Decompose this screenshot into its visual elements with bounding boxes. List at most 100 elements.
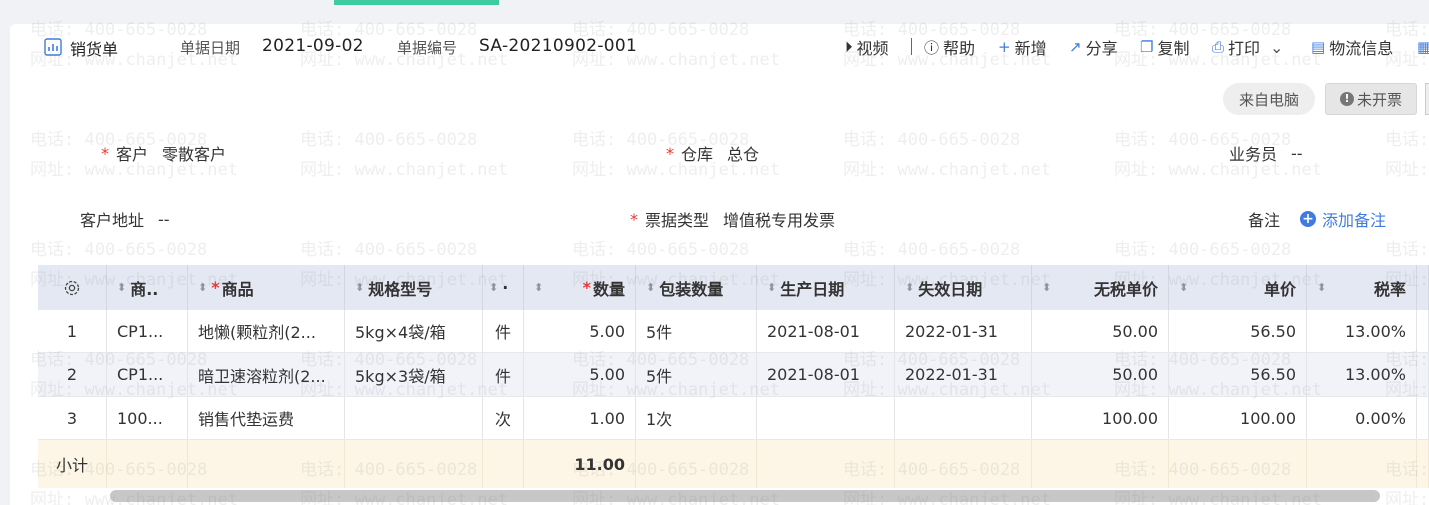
- table-row[interactable]: 1 CP1... 地懒(颗粒剂(2... 5kg×4袋/箱 件 5.00 5件 …: [38, 310, 1429, 353]
- sort-icon[interactable]: ⬍: [767, 281, 776, 294]
- customer-value[interactable]: 零散客户: [162, 141, 226, 165]
- address-value[interactable]: --: [158, 210, 170, 229]
- warehouse-value[interactable]: 总仓: [727, 141, 759, 165]
- column-header-net-price[interactable]: ⬍ 无税单价: [1032, 265, 1169, 310]
- subtotal-row: 小计 11.00: [38, 440, 1429, 488]
- subtotal-empty: [895, 440, 1032, 488]
- horizontal-scrollbar[interactable]: [110, 490, 1380, 502]
- subtotal-empty: [1307, 440, 1417, 488]
- note-label: 备注: [1248, 211, 1281, 230]
- cell-tax-rate[interactable]: 13.00%: [1307, 353, 1417, 396]
- header-label: 失效日期: [918, 279, 983, 299]
- header-label: 单价: [1263, 279, 1296, 299]
- address-field[interactable]: 客户地址 --: [80, 207, 170, 231]
- cell-mfg-date[interactable]: [757, 397, 895, 439]
- cell-exp-date[interactable]: [895, 397, 1032, 439]
- required-marker: *: [666, 143, 674, 163]
- cell-price[interactable]: 100.00: [1169, 397, 1307, 439]
- cell-product[interactable]: 销售代垫运费: [188, 397, 345, 439]
- add-note-label: 添加备注: [1322, 211, 1387, 230]
- column-header-pack-qty[interactable]: ⬍ 包装数量: [636, 265, 757, 310]
- cell-net-price[interactable]: 100.00: [1032, 397, 1169, 439]
- cell-product[interactable]: 暗卫速溶粒剂(2...: [188, 353, 345, 396]
- header-label: 规格型号: [368, 279, 433, 299]
- cell-spec[interactable]: 5kg×3袋/箱: [345, 353, 483, 396]
- sort-icon[interactable]: ⬍: [534, 281, 543, 294]
- document-header: 销货单 单据日期 2021-09-02 单据编号 SA-20210902-001: [0, 24, 1429, 68]
- subtotal-empty: [757, 440, 895, 488]
- column-header-mfg-date[interactable]: ⬍ 生产日期: [757, 265, 895, 310]
- sort-icon[interactable]: ⬍: [355, 281, 364, 294]
- salesman-field[interactable]: 业务员 --: [1229, 141, 1303, 165]
- salesman-value[interactable]: --: [1291, 144, 1303, 163]
- table-row[interactable]: 3 100... 销售代垫运费 次 1.00 1次 100.00 100.00 …: [38, 397, 1429, 440]
- cell-price[interactable]: 56.50: [1169, 353, 1307, 396]
- sort-icon[interactable]: ⬍: [646, 281, 655, 294]
- cell-unit[interactable]: 次: [483, 397, 524, 439]
- column-header-code[interactable]: ⬍ 商..: [107, 265, 188, 310]
- cell-pack-qty[interactable]: 5件: [636, 310, 757, 352]
- cell-tax-rate[interactable]: 13.00%: [1307, 310, 1417, 352]
- cell-quantity[interactable]: 1.00: [524, 397, 636, 439]
- cell-net-price[interactable]: 50.00: [1032, 353, 1169, 396]
- sort-icon[interactable]: ⬍: [117, 281, 126, 294]
- column-header-price[interactable]: ⬍ 单价: [1169, 265, 1307, 310]
- page-title: 销货单: [70, 40, 119, 59]
- invoice-status-label: 未开票: [1356, 90, 1402, 109]
- sort-icon[interactable]: ⬍: [1042, 281, 1051, 294]
- cell-quantity[interactable]: 5.00: [524, 353, 636, 396]
- table-header-row: ⬍ 商.. ⬍ * 商品 ⬍ 规格型号 ⬍ · ⬍ * 数量 ⬍ 包装数量 ⬍ 生产日期 ⬍ 失效日…: [38, 265, 1429, 310]
- column-header-unit[interactable]: ⬍ ·: [483, 265, 524, 310]
- add-note-button[interactable]: + 添加备注: [1300, 207, 1386, 231]
- cell-unit[interactable]: 件: [483, 353, 524, 396]
- column-header-tax-rate[interactable]: ⬍ 税率: [1307, 265, 1417, 310]
- header-label: 商..: [130, 279, 159, 299]
- column-header-quantity[interactable]: ⬍ * 数量: [524, 265, 636, 310]
- row-index: 3: [38, 397, 107, 439]
- cell-price[interactable]: 56.50: [1169, 310, 1307, 352]
- sort-icon[interactable]: ⬍: [1317, 281, 1326, 294]
- cell-tax-rate[interactable]: 0.00%: [1307, 397, 1417, 439]
- cell-mfg-date[interactable]: 2021-08-01: [757, 310, 895, 352]
- cell-code[interactable]: CP1...: [107, 353, 188, 396]
- cell-mfg-date[interactable]: 2021-08-01: [757, 353, 895, 396]
- column-header-overflow: [1417, 265, 1429, 310]
- salesman-label: 业务员: [1229, 145, 1278, 164]
- cell-exp-date[interactable]: 2022-01-31: [895, 310, 1032, 352]
- table-row[interactable]: 2 CP1... 暗卫速溶粒剂(2... 5kg×3袋/箱 件 5.00 5件 …: [38, 353, 1429, 397]
- cell-code[interactable]: CP1...: [107, 310, 188, 352]
- invoice-status-badge: ! 未开票: [1325, 83, 1417, 115]
- column-header-product[interactable]: ⬍ * 商品: [188, 265, 345, 310]
- column-settings-button[interactable]: [38, 265, 107, 310]
- cell-spec[interactable]: [345, 397, 483, 439]
- cell-product[interactable]: 地懒(颗粒剂(2...: [188, 310, 345, 352]
- cell-overflow: [1417, 397, 1429, 439]
- cell-overflow: [1417, 310, 1429, 352]
- customer-field[interactable]: * 客户 零散客户: [101, 141, 226, 165]
- invoice-type-value[interactable]: 增值税专用发票: [723, 207, 835, 231]
- warehouse-field[interactable]: * 仓库 总仓: [666, 141, 759, 165]
- sort-icon[interactable]: ⬍: [489, 281, 498, 294]
- column-header-exp-date[interactable]: ⬍ 失效日期: [895, 265, 1032, 310]
- source-badge: 来自电脑: [1223, 83, 1315, 115]
- invoice-type-label: 票据类型: [645, 211, 710, 230]
- sort-icon[interactable]: ⬍: [1179, 281, 1188, 294]
- subtotal-empty: [1169, 440, 1307, 488]
- cell-code[interactable]: 100...: [107, 397, 188, 439]
- cell-pack-qty[interactable]: 1次: [636, 397, 757, 439]
- cell-quantity[interactable]: 5.00: [524, 310, 636, 352]
- cell-exp-date[interactable]: 2022-01-31: [895, 353, 1032, 396]
- cell-unit[interactable]: 件: [483, 310, 524, 352]
- sort-icon[interactable]: ⬍: [905, 281, 914, 294]
- cell-pack-qty[interactable]: 5件: [636, 353, 757, 396]
- note-field: 备注 + 添加备注: [1248, 207, 1386, 231]
- sort-icon[interactable]: ⬍: [198, 281, 207, 294]
- subtotal-empty: [483, 440, 524, 488]
- column-header-spec[interactable]: ⬍ 规格型号: [345, 265, 483, 310]
- cell-spec[interactable]: 5kg×4袋/箱: [345, 310, 483, 352]
- gear-icon: [64, 280, 80, 295]
- cell-net-price[interactable]: 50.00: [1032, 310, 1169, 352]
- subtotal-empty: [107, 440, 188, 488]
- subtotal-empty: [1032, 440, 1169, 488]
- invoice-type-field[interactable]: * 票据类型 增值税专用发票: [630, 207, 835, 231]
